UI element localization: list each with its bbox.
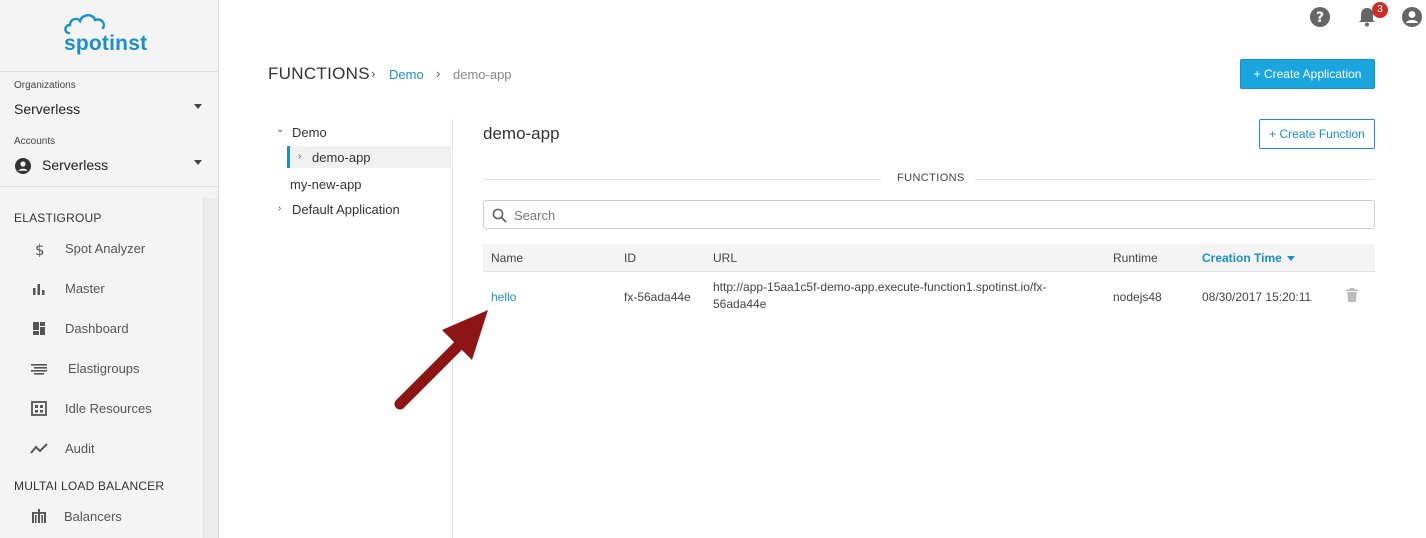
user-account-icon[interactable] bbox=[1401, 6, 1423, 28]
chevron-down-icon bbox=[194, 104, 202, 109]
column-header-id[interactable]: ID bbox=[624, 251, 636, 265]
help-icon[interactable]: ? bbox=[1309, 6, 1331, 28]
sidebar: spotinst Organizations Serverless Accoun… bbox=[0, 0, 219, 538]
sidebar-item-balancers[interactable]: Balancers bbox=[0, 502, 203, 532]
function-creation-time: 08/30/2017 15:20:11 bbox=[1202, 290, 1312, 304]
chevron-down-icon bbox=[194, 160, 202, 165]
tree-item-default-application[interactable]: Default Application bbox=[292, 202, 400, 217]
sidebar-item-dashboard[interactable]: Dashboard bbox=[0, 314, 203, 344]
logo[interactable]: spotinst bbox=[0, 0, 218, 72]
sort-desc-icon[interactable] bbox=[1287, 256, 1295, 261]
tree-item-demo[interactable]: Demo bbox=[292, 125, 327, 140]
function-id: fx-56ada44e bbox=[624, 290, 691, 304]
elastigroups-icon bbox=[31, 364, 47, 375]
sidebar-item-label: Master bbox=[65, 281, 105, 296]
chevron-right-icon[interactable]: › bbox=[298, 151, 301, 162]
sidebar-scrollbar[interactable] bbox=[203, 198, 218, 538]
tree-item-my-new-app[interactable]: my-new-app bbox=[290, 177, 362, 192]
breadcrumb-link-demo[interactable]: Demo bbox=[389, 67, 424, 82]
search-icon bbox=[492, 208, 507, 223]
section-title-elastigroup: ELASTIGROUP bbox=[14, 211, 102, 225]
annotation-arrow-icon bbox=[394, 310, 488, 410]
search-input[interactable] bbox=[514, 205, 1354, 225]
column-header-name[interactable]: Name bbox=[491, 251, 523, 265]
sidebar-item-elastigroups[interactable]: Elastigroups bbox=[0, 354, 203, 384]
cloud-logo-icon bbox=[64, 14, 106, 34]
sidebar-item-label: Audit bbox=[65, 441, 95, 456]
balancers-icon bbox=[32, 509, 46, 523]
dollar-icon: $ bbox=[35, 241, 45, 257]
function-runtime: nodejs48 bbox=[1113, 290, 1162, 304]
organizations-label: Organizations bbox=[14, 80, 76, 91]
sidebar-item-label: Spot Analyzer bbox=[65, 241, 146, 256]
sidebar-item-label: Dashboard bbox=[65, 321, 129, 336]
breadcrumb-separator: › bbox=[371, 66, 376, 81]
column-header-runtime[interactable]: Runtime bbox=[1113, 251, 1158, 265]
notification-badge: 3 bbox=[1372, 2, 1388, 18]
chevron-down-icon[interactable]: ⌄ bbox=[276, 124, 284, 135]
sidebar-divider bbox=[0, 186, 218, 187]
idle-resources-icon bbox=[31, 401, 47, 416]
create-function-button[interactable]: + Create Function bbox=[1259, 119, 1375, 149]
table-header: Name ID URL Runtime Creation Time bbox=[483, 244, 1375, 272]
account-value: Serverless bbox=[42, 157, 109, 173]
functions-caption: FUNCTIONS bbox=[897, 172, 965, 184]
section-title-multai-load-balancer: MULTAI LOAD BALANCER bbox=[14, 479, 165, 493]
user-circle-icon bbox=[15, 158, 31, 174]
tree-item-demo-app[interactable]: demo-app bbox=[312, 150, 371, 165]
breadcrumb-root: FUNCTIONS bbox=[268, 64, 370, 83]
svg-text:?: ? bbox=[1316, 10, 1324, 26]
sidebar-item-audit[interactable]: Audit bbox=[0, 434, 203, 464]
sidebar-item-master[interactable]: Master bbox=[0, 274, 203, 304]
sidebar-item-spot-analyzer[interactable]: $ Spot Analyzer bbox=[0, 234, 203, 264]
sidebar-item-label: Idle Resources bbox=[65, 401, 152, 416]
organization-value: Serverless bbox=[14, 101, 81, 117]
svg-text:$: $ bbox=[35, 241, 45, 257]
sidebar-item-label: Elastigroups bbox=[68, 361, 140, 376]
accounts-label: Accounts bbox=[14, 136, 56, 147]
trash-icon[interactable] bbox=[1346, 288, 1358, 302]
chevron-right-icon[interactable]: › bbox=[278, 203, 281, 214]
breadcrumb-separator: › bbox=[436, 66, 441, 81]
sidebar-item-label: Balancers bbox=[64, 509, 122, 524]
column-header-creation-time[interactable]: Creation Time bbox=[1202, 251, 1282, 265]
sidebar-item-idle-resources[interactable]: Idle Resources bbox=[0, 394, 203, 424]
column-header-url[interactable]: URL bbox=[713, 251, 737, 265]
function-name-link[interactable]: hello bbox=[491, 290, 516, 304]
breadcrumb-current: demo-app bbox=[453, 67, 512, 82]
audit-icon bbox=[30, 443, 48, 454]
logo-text: spotinst bbox=[64, 32, 148, 55]
section-divider bbox=[483, 179, 881, 180]
app-title: demo-app bbox=[483, 124, 560, 143]
table-row[interactable]: hello fx-56ada44e http://app-15aa1c5f-de… bbox=[483, 273, 1375, 319]
bar-chart-icon bbox=[33, 284, 45, 295]
dashboard-icon bbox=[33, 322, 45, 335]
section-divider bbox=[975, 179, 1375, 180]
create-application-button[interactable]: + Create Application bbox=[1240, 59, 1375, 89]
search-box[interactable] bbox=[483, 200, 1375, 229]
function-url: http://app-15aa1c5f-demo-app.execute-fun… bbox=[713, 280, 1047, 311]
